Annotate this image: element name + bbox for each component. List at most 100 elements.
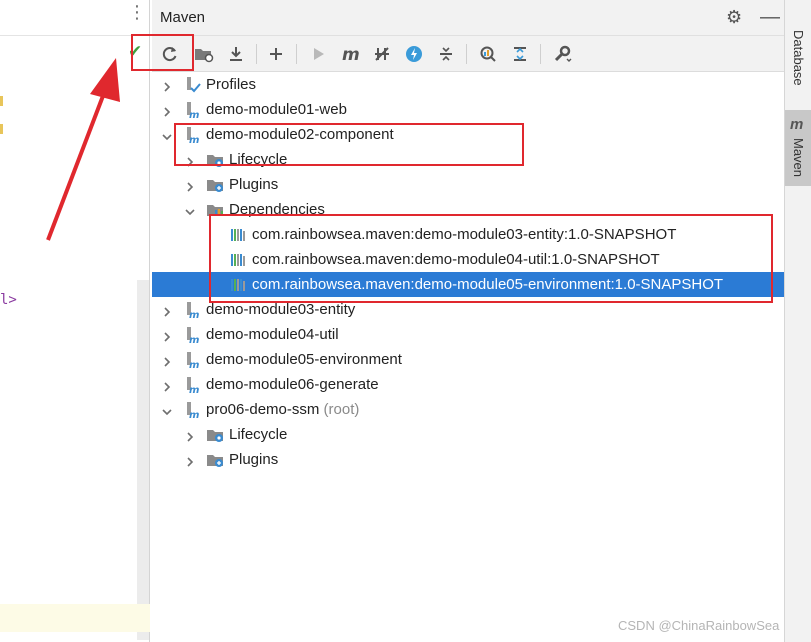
plus-icon	[270, 48, 282, 60]
run-maven-build-button[interactable]	[306, 42, 330, 66]
plugins-folder-icon	[206, 176, 224, 194]
tree-item-label: Plugins	[229, 451, 279, 468]
maven-module-icon: m	[183, 401, 201, 421]
editor-scrollbar[interactable]	[137, 280, 149, 640]
annotation-box-dependencies	[209, 214, 773, 303]
wrench-icon	[554, 45, 572, 62]
tree-item-module[interactable]: m pro06-demo-ssm (root)	[152, 397, 784, 422]
toggle-offline-button[interactable]	[370, 42, 394, 66]
download-sources-button[interactable]	[224, 42, 248, 66]
plugins-folder-icon	[206, 451, 224, 469]
more-options-icon[interactable]: ⋮	[128, 3, 146, 21]
panel-title: Maven	[160, 9, 206, 26]
tree-item-label: demo-module01-web	[206, 101, 347, 118]
maven-tab-label: Maven	[791, 138, 806, 178]
change-marker	[0, 96, 3, 106]
maven-module-icon: m	[183, 351, 201, 371]
annotation-box-reload	[131, 34, 194, 71]
editor-code-fragment: l>	[0, 292, 17, 308]
expand-icon	[514, 47, 526, 61]
watermark: CSDN @ChinaRainbowSea	[618, 618, 780, 633]
analyze-icon	[480, 46, 496, 62]
generate-sources-button[interactable]	[192, 42, 216, 66]
lifecycle-folder-icon	[206, 426, 224, 444]
maven-module-icon: m	[183, 326, 201, 346]
ide-window: ⋮ ✔ l> Maven ⚙ — m Profiles m demo-modul…	[0, 0, 811, 642]
chevron-right-icon[interactable]	[162, 329, 172, 342]
tree-item-plugins[interactable]: Plugins	[152, 447, 784, 472]
chevron-right-icon[interactable]	[162, 79, 172, 92]
tree-item-label: pro06-demo-ssm (root)	[206, 401, 360, 418]
toolbar-separator	[256, 44, 257, 64]
chevron-right-icon[interactable]	[162, 379, 172, 392]
chevron-down-icon[interactable]	[162, 404, 172, 416]
tree-item-plugins[interactable]: Plugins	[152, 172, 784, 197]
maven-m-icon: m	[342, 45, 360, 63]
svg-text:m: m	[189, 360, 199, 369]
annotation-arrow	[46, 58, 120, 241]
chevron-right-icon[interactable]	[185, 179, 195, 192]
database-tool-tab[interactable]: Database	[785, 30, 811, 100]
maven-tool-window: Maven ⚙ — m Profiles m demo-module01-web…	[152, 0, 784, 642]
svg-text:m: m	[342, 45, 360, 63]
skip-tests-button[interactable]	[402, 42, 426, 66]
tree-item-profiles[interactable]: Profiles	[152, 72, 784, 97]
svg-text:m: m	[189, 310, 199, 319]
chevron-down-icon[interactable]	[162, 129, 172, 141]
chevron-right-icon[interactable]	[162, 354, 172, 367]
maven-m-icon: m	[790, 116, 804, 133]
chevron-right-icon[interactable]	[162, 304, 172, 317]
tree-item-module[interactable]: m demo-module05-environment	[152, 347, 784, 372]
profiles-icon	[183, 76, 201, 94]
tree-item-module[interactable]: m demo-module04-util	[152, 322, 784, 347]
chevron-down-icon[interactable]	[185, 204, 195, 216]
chevron-right-icon[interactable]	[162, 104, 172, 117]
tree-item-label: Profiles	[206, 76, 257, 93]
toolbar-separator	[466, 44, 467, 64]
collapse-icon	[440, 47, 452, 61]
tree-item-module[interactable]: m demo-module01-web	[152, 97, 784, 122]
change-marker	[0, 124, 3, 134]
gear-icon[interactable]: ⚙	[726, 7, 742, 28]
tree-item-label: demo-module03-entity	[206, 301, 356, 318]
minimize-icon[interactable]: —	[760, 6, 780, 29]
tree-item-module[interactable]: m demo-module06-generate	[152, 372, 784, 397]
add-maven-project-button[interactable]	[264, 42, 288, 66]
expand-all-button[interactable]	[508, 42, 532, 66]
maven-tool-tab[interactable]: m Maven	[785, 110, 811, 186]
tree-item-label: Plugins	[229, 176, 279, 193]
settings-button[interactable]	[550, 42, 574, 66]
execute-goal-button[interactable]: m	[338, 42, 362, 66]
database-tab-label: Database	[791, 30, 806, 86]
tree-item-label: demo-module06-generate	[206, 376, 379, 393]
svg-text:m: m	[189, 335, 199, 344]
tree-item-label: demo-module05-environment	[206, 351, 402, 368]
chevron-right-icon[interactable]	[185, 429, 195, 442]
maven-toolbar: m	[152, 36, 784, 72]
right-tool-strip: Database m Maven	[784, 0, 811, 642]
toolbar-separator	[540, 44, 541, 64]
maven-module-icon: m	[183, 101, 201, 121]
lightning-icon	[406, 46, 422, 62]
run-icon	[314, 48, 324, 60]
editor-current-line	[0, 604, 150, 632]
editor-body[interactable]	[0, 280, 137, 642]
show-dependencies-button[interactable]	[476, 42, 500, 66]
toolbar-separator	[296, 44, 297, 64]
tree-item-label: Lifecycle	[229, 426, 288, 443]
maven-module-icon: m	[183, 376, 201, 396]
collapse-all-button[interactable]	[434, 42, 458, 66]
maven-title-bar: Maven ⚙ —	[152, 0, 784, 36]
tree-item-lifecycle[interactable]: Lifecycle	[152, 422, 784, 447]
svg-text:m: m	[189, 110, 199, 119]
folder-reload-icon	[195, 49, 214, 63]
svg-text:m: m	[189, 410, 199, 419]
maven-module-icon: m	[183, 301, 201, 321]
download-icon	[230, 47, 242, 61]
root-suffix: (root)	[319, 401, 360, 418]
svg-text:m: m	[189, 385, 199, 394]
tree-item-label: demo-module04-util	[206, 326, 339, 343]
chevron-right-icon[interactable]	[185, 454, 195, 467]
offline-icon	[375, 47, 389, 61]
annotation-box-module02	[174, 123, 524, 166]
